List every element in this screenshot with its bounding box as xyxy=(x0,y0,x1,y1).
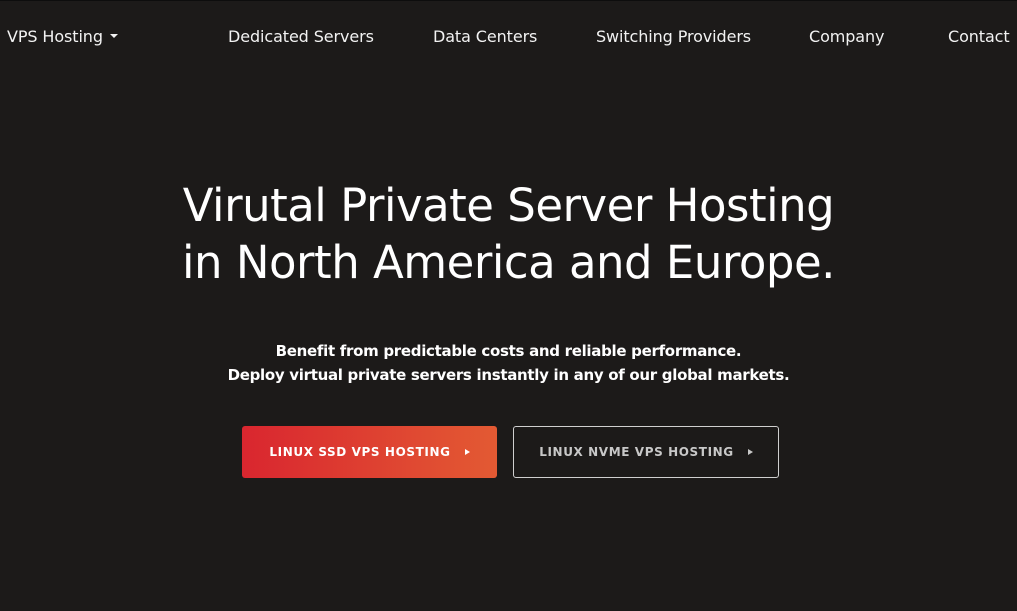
nav-item-label: VPS Hosting xyxy=(7,27,103,46)
play-triangle-icon xyxy=(747,449,753,455)
caret-down-icon xyxy=(109,33,118,38)
top-nav: VPS Hosting Dedicated Servers Data Cente… xyxy=(0,25,1017,51)
hero-title-line-1: Virutal Private Server Hosting xyxy=(182,179,835,232)
nav-item-label: Dedicated Servers xyxy=(228,27,374,46)
nav-item-contact[interactable]: Contact xyxy=(948,25,1010,49)
linux-nvme-vps-hosting-button[interactable]: LINUX NVME VPS HOSTING xyxy=(513,426,779,478)
page: VPS Hosting Dedicated Servers Data Cente… xyxy=(0,0,1017,611)
play-triangle-icon xyxy=(464,449,470,455)
hero-title-line-2: in North America and Europe. xyxy=(182,236,835,289)
hero-subtitle-line-1: Benefit from predictable costs and relia… xyxy=(275,342,742,360)
hero-subtitle: Benefit from predictable costs and relia… xyxy=(0,339,1017,387)
hero-title: Virutal Private Server Hosting in North … xyxy=(0,177,1017,291)
button-label: LINUX SSD VPS HOSTING xyxy=(269,445,451,459)
nav-item-switching-providers[interactable]: Switching Providers xyxy=(596,25,751,49)
linux-ssd-vps-hosting-button[interactable]: LINUX SSD VPS HOSTING xyxy=(242,426,497,478)
nav-item-company[interactable]: Company xyxy=(809,25,885,49)
nav-item-label: Data Centers xyxy=(433,27,538,46)
nav-item-vps-hosting[interactable]: VPS Hosting xyxy=(7,25,118,49)
hero-subtitle-line-2: Deploy virtual private servers instantly… xyxy=(227,366,790,384)
nav-item-dedicated-servers[interactable]: Dedicated Servers xyxy=(228,25,374,49)
button-label: LINUX NVME VPS HOSTING xyxy=(539,445,734,459)
nav-item-label: Company xyxy=(809,27,885,46)
nav-item-data-centers[interactable]: Data Centers xyxy=(433,25,537,49)
nav-item-label: Contact xyxy=(948,27,1010,46)
nav-item-label: Switching Providers xyxy=(596,27,752,46)
